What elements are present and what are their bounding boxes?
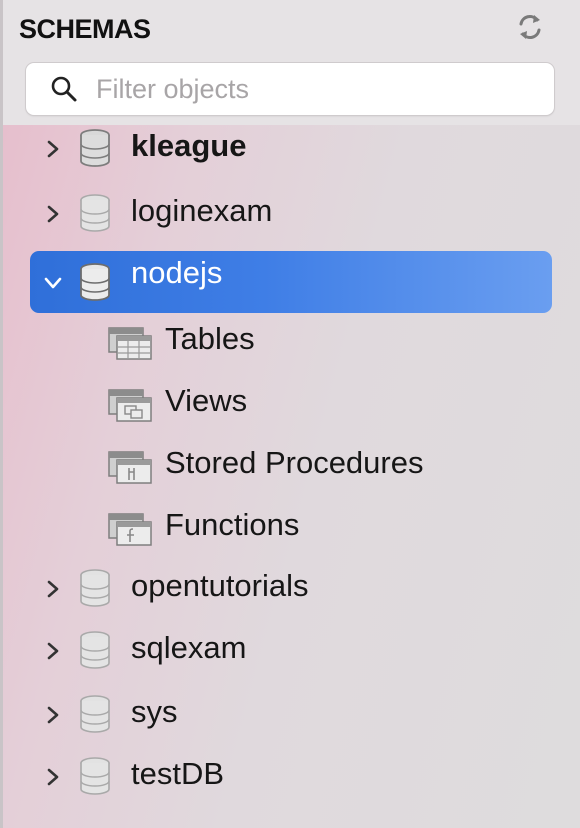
schemas-header: SCHEMAS — [3, 0, 580, 125]
schema-label: kleague — [131, 128, 247, 163]
chevron-down-icon[interactable] — [43, 273, 63, 293]
schema-row-loginexam[interactable]: loginexam — [3, 182, 580, 244]
tree-item-label: Stored Procedures — [165, 445, 424, 480]
schemas-panel: SCHEMAS kleague — [0, 0, 580, 828]
procedures-folder-icon — [108, 451, 152, 484]
schema-row-sqlexam[interactable]: sqlexam — [3, 619, 580, 681]
views-folder-icon — [108, 389, 152, 422]
tree-item-label: Tables — [165, 321, 255, 356]
schema-label: nodejs — [131, 255, 223, 290]
schema-label: loginexam — [131, 193, 273, 228]
schemas-title: SCHEMAS — [19, 14, 151, 44]
database-icon — [80, 757, 110, 795]
schema-row-nodejs[interactable]: nodejs — [3, 251, 580, 313]
chevron-right-icon[interactable] — [43, 767, 63, 787]
tree-item-tables[interactable]: Tables — [3, 307, 580, 369]
refresh-icon[interactable] — [513, 10, 547, 44]
tree-item-label: Functions — [165, 507, 300, 542]
schema-row-kleague[interactable]: kleague — [3, 117, 580, 179]
chevron-right-icon[interactable] — [43, 139, 63, 159]
database-icon — [80, 569, 110, 607]
search-icon — [51, 76, 77, 102]
schema-row-opentutorials[interactable]: opentutorials — [3, 557, 580, 619]
filter-objects-input[interactable] — [96, 71, 536, 107]
tree-item-stored-procedures[interactable]: Stored Procedures — [3, 431, 580, 493]
tables-folder-icon — [108, 327, 152, 360]
tree-item-label: Views — [165, 383, 248, 418]
schema-row-sys[interactable]: sys — [3, 683, 580, 745]
schema-label: sys — [131, 694, 178, 729]
database-icon — [80, 695, 110, 733]
chevron-right-icon[interactable] — [43, 204, 63, 224]
database-icon — [80, 263, 110, 301]
functions-folder-icon — [108, 513, 152, 546]
schema-label: testDB — [131, 756, 225, 791]
database-icon — [80, 631, 110, 669]
schema-row-testdb[interactable]: testDB — [3, 745, 580, 807]
tree-item-views[interactable]: Views — [3, 369, 580, 431]
schema-label: sqlexam — [131, 630, 247, 665]
chevron-right-icon[interactable] — [43, 579, 63, 599]
filter-box[interactable] — [26, 63, 554, 115]
chevron-right-icon[interactable] — [43, 641, 63, 661]
database-icon — [80, 194, 110, 232]
tree-item-functions[interactable]: Functions — [3, 493, 580, 555]
chevron-right-icon[interactable] — [43, 705, 63, 725]
database-icon — [80, 129, 110, 167]
schema-label: opentutorials — [131, 568, 309, 603]
